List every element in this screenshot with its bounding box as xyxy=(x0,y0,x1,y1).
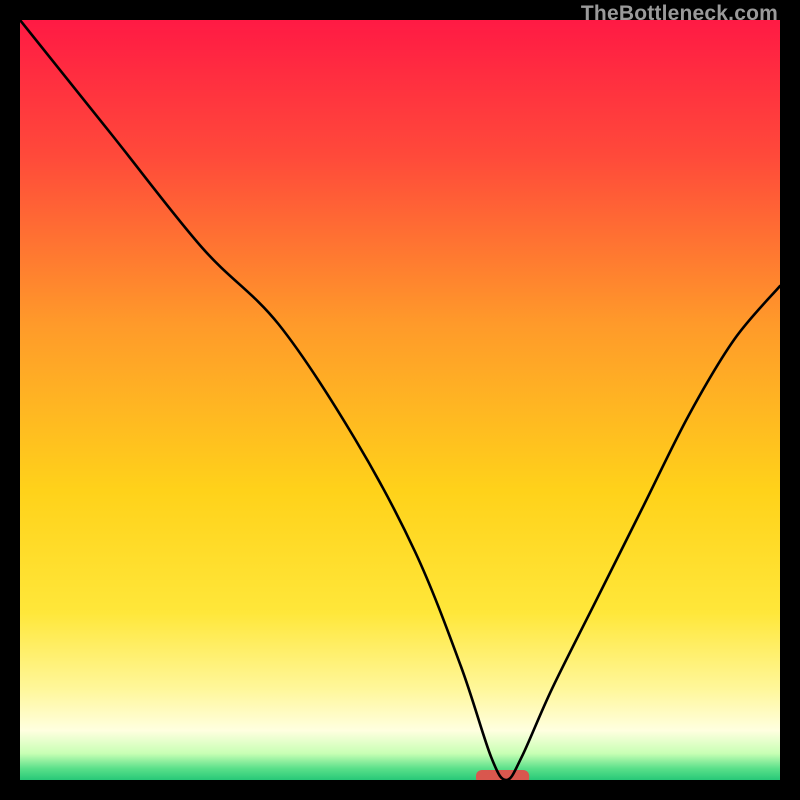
plot-area xyxy=(20,20,780,780)
gradient-background xyxy=(20,20,780,780)
bottleneck-chart xyxy=(20,20,780,780)
chart-frame: TheBottleneck.com xyxy=(0,0,800,800)
